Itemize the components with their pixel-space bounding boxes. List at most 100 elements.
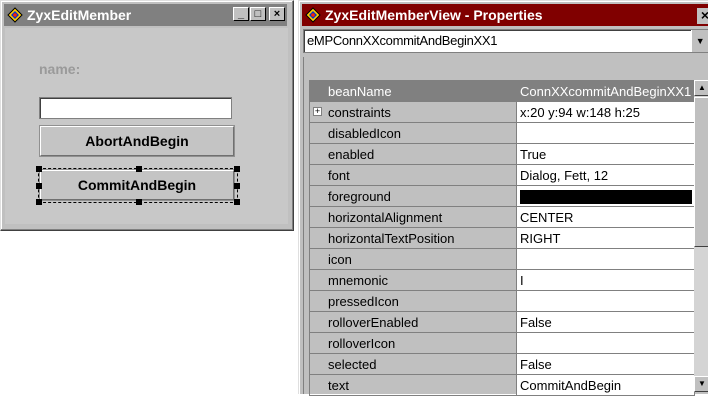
scroll-down-icon[interactable]: ▼: [694, 376, 708, 392]
property-name-text: beanName: [328, 83, 392, 99]
resize-handle-s[interactable]: [136, 199, 142, 205]
property-row[interactable]: font Dialog, Fett, 12: [309, 164, 695, 186]
abort-and-begin-button[interactable]: AbortAndBegin: [39, 125, 235, 157]
property-value-text: Dialog, Fett, 12: [520, 167, 609, 183]
property-value[interactable]: False: [516, 311, 695, 333]
properties-titlebar[interactable]: ZyxEditMemberView - Properties ×: [302, 4, 708, 26]
property-value-text: RIGHT: [520, 230, 561, 246]
property-value[interactable]: I: [516, 269, 695, 291]
property-row[interactable]: enabled True: [309, 143, 695, 165]
selection-outline: [36, 166, 240, 205]
close-button[interactable]: ×: [269, 7, 285, 21]
property-row[interactable]: icon: [309, 248, 695, 270]
resize-handle-e[interactable]: [234, 183, 240, 189]
property-value-text: ConnXXcommitAndBeginXX1: [520, 83, 692, 99]
property-row[interactable]: pressedIcon: [309, 290, 695, 312]
property-name-text: pressedIcon: [328, 293, 399, 309]
property-row[interactable]: disabledIcon: [309, 122, 695, 144]
name-label: name:: [39, 61, 81, 77]
property-value[interactable]: [516, 290, 695, 312]
vertical-scrollbar[interactable]: ▲ ▼: [694, 80, 708, 392]
property-name-text: foreground: [328, 188, 391, 204]
property-value[interactable]: CENTER: [516, 206, 695, 228]
resize-handle-nw[interactable]: [36, 166, 42, 172]
bean-selector-value: eMPConnXXcommitAndBeginXX1: [307, 33, 498, 48]
close-button[interactable]: ×: [697, 8, 708, 24]
property-value[interactable]: RIGHT: [516, 227, 695, 249]
property-name-text: disabledIcon: [328, 125, 401, 141]
property-value-text: False: [520, 314, 552, 330]
bean-selector-dropdown[interactable]: eMPConnXXcommitAndBeginXX1 ▼: [303, 29, 708, 53]
property-name: horizontalTextPosition: [309, 227, 517, 249]
property-value[interactable]: ConnXXcommitAndBeginXX1: [516, 80, 695, 102]
scroll-thumb[interactable]: [694, 97, 708, 247]
property-row[interactable]: horizontalTextPosition RIGHT: [309, 227, 695, 249]
property-name: horizontalAlignment: [309, 206, 517, 228]
color-swatch[interactable]: [520, 190, 692, 204]
property-value-text: x:20 y:94 w:148 h:25: [520, 104, 640, 120]
resize-handle-w[interactable]: [36, 183, 42, 189]
property-name: pressedIcon: [309, 290, 517, 312]
window-title: ZyxEditMemberView - Properties: [325, 7, 543, 23]
property-row[interactable]: text CommitAndBegin: [309, 374, 695, 396]
property-value[interactable]: False: [516, 353, 695, 375]
chevron-down-icon[interactable]: ▼: [691, 30, 708, 52]
property-value[interactable]: True: [516, 143, 695, 165]
property-name: font: [309, 164, 517, 186]
scroll-up-icon[interactable]: ▲: [694, 80, 708, 96]
property-value[interactable]: [516, 248, 695, 270]
property-name-text: font: [328, 167, 350, 183]
property-value-text: True: [520, 146, 547, 162]
property-value[interactable]: [516, 332, 695, 354]
property-value-text: I: [520, 272, 524, 288]
property-name: enabled: [309, 143, 517, 165]
resize-handle-sw[interactable]: [36, 199, 42, 205]
property-name-text: enabled: [328, 146, 375, 162]
property-name: foreground: [309, 185, 517, 207]
property-row[interactable]: rolloverIcon: [309, 332, 695, 354]
property-name: selected: [309, 353, 517, 375]
property-value[interactable]: [516, 185, 695, 207]
property-name: rolloverEnabled: [309, 311, 517, 333]
property-value-text: CENTER: [520, 209, 574, 225]
edit-member-titlebar[interactable]: ZyxEditMember _ □ ×: [4, 4, 287, 26]
property-name-text: selected: [328, 356, 377, 372]
property-name: text: [309, 374, 517, 396]
property-value-text: CommitAndBegin: [520, 377, 622, 393]
property-name: + constraints: [309, 101, 517, 123]
property-row[interactable]: selected False: [309, 353, 695, 375]
property-row[interactable]: + constraints x:20 y:94 w:148 h:25: [309, 101, 695, 123]
property-sheet: beanName ConnXXcommitAndBeginXX1 + constrai…: [303, 57, 708, 396]
property-name: disabledIcon: [309, 122, 517, 144]
edit-member-window[interactable]: ZyxEditMember _ □ × name: AbortAndBegin …: [0, 0, 294, 231]
property-value[interactable]: CommitAndBegin: [516, 374, 695, 396]
property-value[interactable]: Dialog, Fett, 12: [516, 164, 695, 186]
property-name-text: horizontalAlignment: [328, 209, 443, 225]
property-row[interactable]: foreground: [309, 185, 695, 207]
maximize-button[interactable]: □: [250, 7, 266, 21]
property-row[interactable]: horizontalAlignment CENTER: [309, 206, 695, 228]
property-name-text: constraints: [328, 104, 391, 120]
resize-handle-n[interactable]: [136, 166, 142, 172]
resize-handle-se[interactable]: [234, 199, 240, 205]
properties-window[interactable]: ZyxEditMemberView - Properties × eMPConn…: [298, 0, 708, 396]
property-value[interactable]: [516, 122, 695, 144]
property-value[interactable]: x:20 y:94 w:148 h:25: [516, 101, 695, 123]
property-name: rolloverIcon: [309, 332, 517, 354]
property-name-text: text: [328, 377, 349, 393]
property-name: mnemonic: [309, 269, 517, 291]
property-row[interactable]: mnemonic I: [309, 269, 695, 291]
window-title: ZyxEditMember: [27, 7, 132, 23]
property-row[interactable]: rolloverEnabled False: [309, 311, 695, 333]
property-name-text: rolloverIcon: [328, 335, 396, 351]
property-row[interactable]: beanName ConnXXcommitAndBeginXX1: [309, 80, 695, 102]
property-value-text: False: [520, 356, 552, 372]
property-name-text: horizontalTextPosition: [328, 230, 455, 246]
app-icon: [305, 7, 321, 23]
property-table: beanName ConnXXcommitAndBeginXX1 + constrai…: [309, 80, 695, 396]
minimize-button[interactable]: _: [233, 7, 249, 21]
name-input[interactable]: [39, 97, 232, 119]
expand-icon[interactable]: +: [313, 107, 322, 116]
resize-handle-ne[interactable]: [234, 166, 240, 172]
property-name-text: mnemonic: [328, 272, 388, 288]
